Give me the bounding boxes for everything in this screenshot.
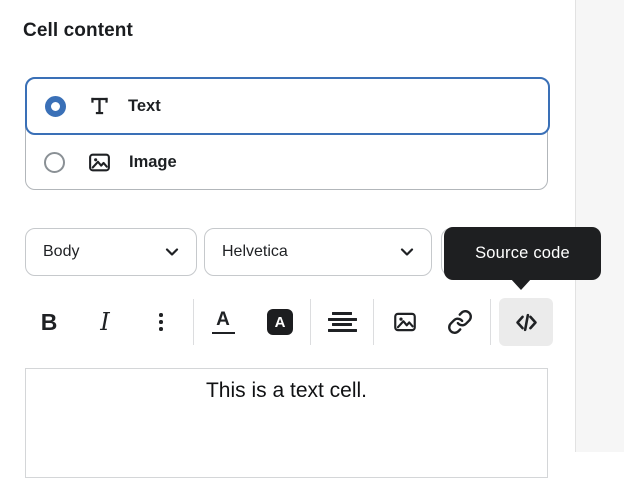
insert-link-button[interactable]	[438, 300, 482, 344]
page-title: Cell content	[23, 20, 133, 42]
radio-text-selected[interactable]	[45, 96, 66, 117]
tooltip-source-code: Source code	[444, 227, 601, 280]
text-icon	[88, 95, 111, 118]
italic-icon: I	[100, 308, 109, 336]
tooltip-arrow	[510, 278, 532, 290]
page-background-rail	[575, 0, 624, 452]
source-code-button[interactable]	[499, 298, 553, 346]
image-icon	[87, 150, 112, 175]
highlight-color-button[interactable]: A	[258, 300, 302, 344]
radio-image-unselected[interactable]	[44, 152, 65, 173]
chevron-down-icon	[162, 242, 182, 262]
text-color-button[interactable]: A	[201, 300, 245, 344]
more-options-button[interactable]	[139, 300, 183, 344]
chevron-down-icon	[397, 242, 417, 262]
toolbar-divider	[193, 299, 194, 345]
text-color-icon: A	[212, 310, 235, 335]
toolbar-divider	[310, 299, 311, 345]
italic-button[interactable]: I	[83, 300, 127, 344]
link-icon	[447, 309, 473, 335]
style-select-value: Body	[43, 243, 162, 261]
choice-label-image: Image	[129, 153, 177, 172]
text-cell-content[interactable]: This is a text cell.	[26, 379, 547, 403]
bold-icon: B	[41, 309, 58, 336]
insert-image-button[interactable]	[383, 300, 427, 344]
cell-content-choice-list: Text Image	[25, 77, 548, 190]
choice-option-image[interactable]: Image	[26, 135, 547, 190]
image-icon	[392, 309, 418, 335]
text-cell-editor[interactable]: This is a text cell.	[25, 368, 548, 478]
style-select[interactable]: Body	[25, 228, 197, 276]
choice-option-text[interactable]: Text	[25, 77, 550, 135]
source-code-icon	[513, 309, 540, 336]
font-family-select-value: Helvetica	[222, 243, 397, 261]
align-center-button[interactable]	[320, 300, 364, 344]
bold-button[interactable]: B	[27, 300, 71, 344]
font-family-select[interactable]: Helvetica	[204, 228, 432, 276]
toolbar-divider	[373, 299, 374, 345]
align-center-icon	[328, 312, 357, 332]
tooltip-text: Source code	[475, 244, 570, 263]
choice-label-text: Text	[128, 97, 161, 116]
toolbar-divider	[490, 299, 491, 345]
highlight-color-icon: A	[267, 309, 293, 335]
kebab-menu-icon	[159, 313, 163, 331]
